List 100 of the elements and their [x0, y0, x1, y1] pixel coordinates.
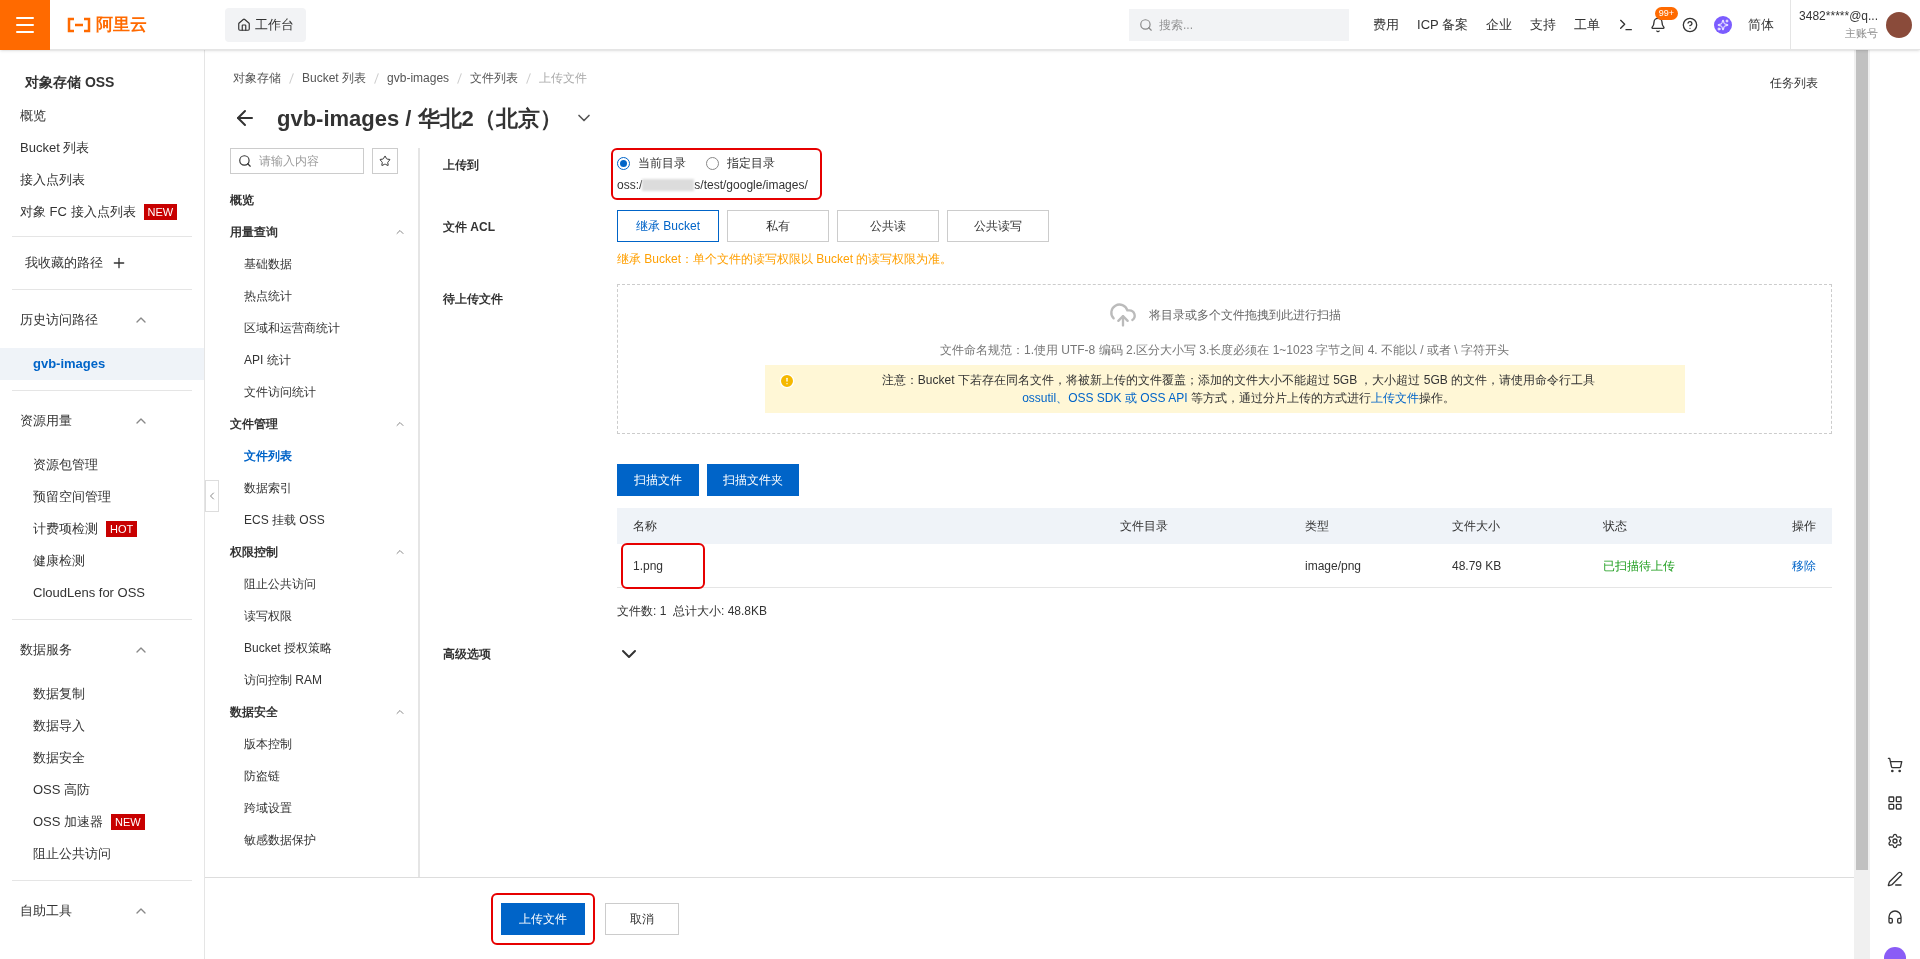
acl-option[interactable]: 公共读 [837, 210, 939, 242]
column-header: 文件目录 [1120, 518, 1169, 535]
table-cell-text: image/png [1305, 557, 1363, 575]
breadcrumb-link[interactable]: gvb-images [387, 69, 450, 87]
nav-item[interactable]: 版本控制 [230, 728, 410, 760]
nav-link[interactable]: ICP 备案 [1417, 14, 1469, 35]
task-list-link[interactable]: 任务列表 [1770, 74, 1818, 92]
sidebar-item[interactable]: Bucket 列表 [0, 132, 204, 164]
nav-item[interactable]: Bucket 授权策略 [230, 632, 410, 664]
acl-option[interactable]: 公共读写 [947, 210, 1049, 242]
add-icon[interactable] [111, 255, 127, 271]
nav-item[interactable]: 阻止公共访问 [230, 568, 410, 600]
nav-search-field[interactable]: 请输入内容 [230, 148, 364, 174]
nav-item[interactable]: 数据索引 [230, 472, 410, 504]
path-text: oss:/ [617, 177, 643, 194]
sidebar-item[interactable]: 接入点列表 [0, 164, 204, 196]
sidebar-group[interactable]: 数据服务 [20, 640, 72, 660]
column-header: 类型 [1305, 518, 1330, 535]
sparkle-icon[interactable] [1714, 15, 1733, 34]
notice-text: 注意：Bucket 下若存在同名文件，将被新上传的文件覆盖；添加的文件大小不能超过 5GB ，大小超过 5GB 的文件，请使用命令行工具 ossutil、OSS SDK 或 OSS API 等方式，通过分片上传的方式进行上传文件操作。 [880, 372, 1597, 407]
nav-item[interactable]: 概览 [230, 184, 410, 216]
link[interactable]: ossutil、OSS SDK 或 OSS API [1022, 391, 1188, 405]
sidebar-item[interactable]: 预留空间管理 [0, 481, 204, 513]
nav-item[interactable]: ECS 挂载 OSS [230, 504, 410, 536]
drop-zone[interactable] [617, 284, 1832, 434]
bell-icon[interactable] [1650, 16, 1667, 33]
nav-item[interactable]: 文件列表 [230, 440, 410, 472]
scan-button[interactable]: 扫描文件 [617, 464, 699, 496]
nav-item[interactable]: 基础数据 [230, 248, 410, 280]
avatar[interactable] [1886, 11, 1912, 38]
sidebar-item[interactable]: OSS 高防 [0, 774, 204, 806]
scan-button[interactable]: 扫描文件夹 [707, 464, 799, 496]
breadcrumb-link[interactable]: 对象存储 [233, 69, 281, 87]
nav-item[interactable]: API 统计 [230, 344, 410, 376]
breadcrumb-link[interactable]: Bucket 列表 [302, 69, 367, 87]
sidebar-item[interactable]: 数据复制 [0, 678, 204, 710]
account-name[interactable]: 3482*****@q... [1799, 7, 1878, 26]
nav-item[interactable]: 热点统计 [230, 280, 410, 312]
field-label: 待上传文件 [443, 291, 504, 308]
nav-link[interactable]: 支持 [1530, 14, 1557, 35]
settings-icon[interactable] [1887, 833, 1903, 849]
field-label: 高级选项 [443, 646, 492, 663]
headset-icon[interactable] [1887, 909, 1903, 925]
table-cell-text: 48.79 KB [1452, 557, 1503, 575]
sidebar-item[interactable]: 健康检测 [0, 545, 204, 577]
sidebar-item[interactable]: 概览 [0, 100, 204, 132]
radio-option[interactable]: 当前目录 [617, 154, 686, 172]
nav-group[interactable]: 用量查询 [230, 223, 278, 241]
sidebar-item[interactable]: 计费项检测 HOT [0, 513, 204, 545]
column-header: 状态 [1603, 518, 1628, 535]
nav-item[interactable]: 访问控制 RAM [230, 664, 410, 696]
help-icon[interactable] [1682, 16, 1699, 33]
edit-icon[interactable] [1887, 871, 1903, 887]
sidebar-item[interactable]: gvb-images [0, 348, 204, 380]
nav-link[interactable]: 企业 [1486, 14, 1513, 35]
menu-button[interactable] [0, 0, 50, 50]
nav-group[interactable]: 数据安全 [230, 703, 278, 721]
status-text: 已扫描待上传 [1603, 557, 1676, 575]
sidebar-item[interactable]: 资源包管理 [0, 449, 204, 481]
acl-option[interactable]: 继承 Bucket [617, 210, 719, 242]
breadcrumb-link[interactable]: 文件列表 [470, 69, 519, 87]
nav-link[interactable]: 费用 [1373, 14, 1400, 35]
star-icon [379, 155, 391, 167]
cart-icon[interactable] [1887, 757, 1903, 773]
sidebar-item[interactable]: CloudLens for OSS [0, 577, 204, 609]
upload-button[interactable]: 上传文件 [501, 902, 585, 935]
sidebar-item[interactable]: 对象 FC 接入点列表 NEW [0, 196, 204, 228]
nav-item[interactable]: 文件访问统计 [230, 376, 410, 408]
workbench-button[interactable]: 工作台 [225, 7, 306, 42]
nav-link[interactable]: 工单 [1574, 14, 1601, 35]
sidebar-group[interactable]: 历史访问路径 [20, 310, 98, 330]
language-link[interactable]: 简体 [1748, 14, 1775, 35]
favorite-button[interactable] [372, 148, 398, 174]
sidebar-item[interactable]: 数据导入 [0, 710, 204, 742]
cancel-button[interactable]: 取消 [605, 902, 679, 935]
link[interactable]: 上传文件 [1370, 391, 1419, 405]
sidebar-item[interactable]: 数据安全 [0, 742, 204, 774]
path-text: s/test/google/images/ [694, 177, 808, 194]
sidebar-group[interactable]: 资源用量 [20, 411, 72, 431]
summary-text: 文件数: 1 总计大小: 48.8KB [617, 603, 769, 620]
nav-group[interactable]: 权限控制 [230, 543, 278, 561]
nav-item[interactable]: 区域和运营商统计 [230, 312, 410, 344]
column-header: 操作 [1791, 518, 1816, 535]
scrollbar[interactable] [1854, 50, 1870, 959]
sidebar-item[interactable]: OSS 加速器 NEW [0, 806, 204, 838]
radio-option[interactable]: 指定目录 [706, 154, 775, 172]
sidebar-group[interactable]: 自助工具 [20, 901, 72, 921]
nav-item[interactable]: 读写权限 [230, 600, 410, 632]
grid-icon[interactable] [1887, 795, 1903, 811]
column-header: 文件大小 [1452, 518, 1501, 535]
sidebar-item[interactable]: 阻止公共访问 [0, 838, 204, 870]
nav-item[interactable]: 跨域设置 [230, 792, 410, 824]
search-field[interactable]: 搜索... [1129, 8, 1350, 41]
collapse-handle[interactable] [205, 480, 219, 512]
acl-option[interactable]: 私有 [727, 210, 829, 242]
remove-link[interactable]: 移除 [1792, 558, 1816, 573]
upload-cloud-icon [1108, 301, 1137, 329]
nav-item[interactable]: 防盗链 [230, 760, 410, 792]
nav-item[interactable]: 敏感数据保护 [230, 824, 410, 856]
nav-group[interactable]: 文件管理 [230, 415, 278, 433]
